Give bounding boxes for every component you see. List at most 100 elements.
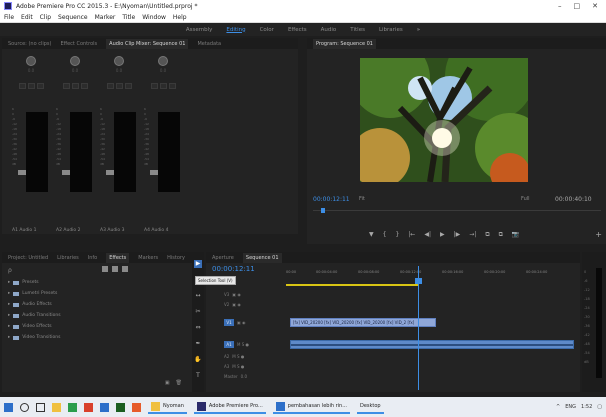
volume-fader[interactable] <box>18 170 26 175</box>
tab-project[interactable]: Project: Untitled <box>8 255 48 261</box>
tab-info[interactable]: Info <box>88 255 97 261</box>
taskbar-task-desktop[interactable]: Desktop <box>356 400 384 414</box>
track-target-a1[interactable]: A1 <box>224 341 234 348</box>
tab-effects[interactable]: Effects <box>106 252 130 263</box>
menu-marker[interactable]: Marker <box>95 14 116 21</box>
menu-clip[interactable]: Clip <box>40 14 51 21</box>
type-tool-icon[interactable]: T <box>194 372 202 380</box>
effects-folder-lumetri-presets[interactable]: ▸ Lumetri Presets <box>8 291 57 296</box>
track-header-v1[interactable]: V1 ▣ ◉ <box>224 318 284 327</box>
menu-help[interactable]: Help <box>173 14 187 21</box>
track-header-v2[interactable]: V2 ▣ ◉ <box>224 300 284 309</box>
solo-button[interactable] <box>71 83 79 89</box>
ripple-edit-tool-icon[interactable]: ↔ <box>194 292 202 300</box>
keyframe-button[interactable] <box>36 83 44 89</box>
keyframe-button[interactable] <box>80 83 88 89</box>
tab-aperture[interactable]: Aperture <box>212 255 234 261</box>
pan-knob[interactable] <box>114 56 124 66</box>
tab-history[interactable]: History <box>167 255 185 261</box>
menu-sequence[interactable]: Sequence <box>58 14 88 21</box>
menu-edit[interactable]: Edit <box>21 14 33 21</box>
effects-folder-audio-transitions[interactable]: ▸ Audio Transitions <box>8 313 61 318</box>
resolution-select[interactable]: Full <box>521 196 530 202</box>
workspace-libraries[interactable]: Libraries <box>379 27 403 33</box>
menu-title[interactable]: Title <box>122 14 135 21</box>
32bit-effects-icon[interactable] <box>112 266 118 272</box>
timeline-timecode[interactable]: 00:00:12:11 <box>212 265 255 273</box>
taskbar-task-premiere[interactable]: Adobe Premiere Pro... <box>193 400 266 414</box>
video-clip[interactable]: [fx] VID_20200 [fx] VID_20200 [fx] VID_2… <box>290 318 436 327</box>
tab-metadata[interactable]: Metadata <box>197 41 221 47</box>
taskbar-task-document[interactable]: pembahasan lebih rin... <box>272 400 350 414</box>
volume-fader[interactable] <box>150 170 158 175</box>
store-icon[interactable] <box>68 402 77 412</box>
track-header-a1[interactable]: A1 M S ● <box>224 340 284 349</box>
delete-icon[interactable]: 🗑 <box>176 380 182 386</box>
export-frame-icon[interactable]: 📷 <box>512 231 519 239</box>
mark-out-icon[interactable]: } <box>395 231 399 239</box>
volume-fader[interactable] <box>62 170 70 175</box>
tab-program[interactable]: Program: Sequence 01 <box>313 38 376 49</box>
maximize-button[interactable]: □ <box>574 2 581 10</box>
file-explorer-icon[interactable] <box>52 402 61 412</box>
volume-fader[interactable] <box>106 170 114 175</box>
solo-button[interactable] <box>27 83 35 89</box>
menu-file[interactable]: File <box>4 14 14 21</box>
razor-tool-icon[interactable]: ✂ <box>194 308 202 316</box>
keyframe-button[interactable] <box>168 83 176 89</box>
menu-window[interactable]: Window <box>142 14 166 21</box>
go-to-out-icon[interactable]: →| <box>469 231 476 239</box>
selection-tool-icon[interactable]: ▶ <box>194 260 202 268</box>
button-editor-icon[interactable]: + <box>595 230 602 239</box>
track-target-v1[interactable]: V1 <box>224 319 234 326</box>
solo-button[interactable] <box>159 83 167 89</box>
workspace-color[interactable]: Color <box>260 27 274 33</box>
tab-effect-controls[interactable]: Effect Controls <box>60 41 97 47</box>
mute-button[interactable] <box>18 83 26 89</box>
hand-tool-icon[interactable]: ✋ <box>194 356 202 364</box>
mute-button[interactable] <box>150 83 158 89</box>
start-icon[interactable] <box>4 402 13 412</box>
workspace-assembly[interactable]: Assembly <box>186 27 213 33</box>
workspace-titles[interactable]: Titles <box>350 27 365 33</box>
accelerated-effects-icon[interactable] <box>102 266 108 272</box>
step-back-icon[interactable]: ◀| <box>424 231 431 239</box>
office-icon[interactable] <box>84 402 93 412</box>
track-header-v3[interactable]: V3 ▣ ◉ <box>224 290 284 299</box>
tab-sequence-01[interactable]: Sequence 01 <box>242 252 282 263</box>
extract-icon[interactable]: ⧉ <box>499 231 503 239</box>
effects-folder-video-transitions[interactable]: ▸ Video Transitions <box>8 335 60 340</box>
close-button[interactable]: ✕ <box>592 2 598 10</box>
go-to-in-icon[interactable]: |← <box>408 231 415 239</box>
new-bin-icon[interactable]: ▣ <box>165 380 170 386</box>
excel-icon[interactable] <box>116 402 125 412</box>
pan-knob[interactable] <box>158 56 168 66</box>
workspace-editing[interactable]: Editing <box>226 27 245 33</box>
audio-clip[interactable] <box>290 340 574 349</box>
word-icon[interactable] <box>100 402 109 412</box>
keyframe-button[interactable] <box>124 83 132 89</box>
slip-tool-icon[interactable]: ⇔ <box>194 324 202 332</box>
workspace-audio[interactable]: Audio <box>321 27 337 33</box>
play-icon[interactable]: ▶ <box>440 231 445 239</box>
tray-expand-icon[interactable]: ^ <box>556 404 560 410</box>
minimize-button[interactable]: – <box>558 2 562 10</box>
pan-knob[interactable] <box>26 56 36 66</box>
notification-icon[interactable]: ▢ <box>597 404 602 410</box>
mute-button[interactable] <box>62 83 70 89</box>
workspace-effects[interactable]: Effects <box>288 27 307 33</box>
task-view-icon[interactable] <box>36 402 45 412</box>
mark-in-icon[interactable]: { <box>383 231 387 239</box>
track-header-master[interactable]: Master 0.0 <box>224 372 284 381</box>
yuv-effects-icon[interactable] <box>122 266 128 272</box>
tray-clock[interactable]: 1:52 <box>581 404 592 410</box>
time-ruler[interactable]: 00:00 00:00:04:00 00:00:08:00 00:00:12:0… <box>286 270 576 282</box>
work-area-bar[interactable] <box>286 284 418 286</box>
program-current-timecode[interactable]: 00:00:12:11 <box>313 196 350 203</box>
tab-markers[interactable]: Markers <box>138 255 158 261</box>
pen-tool-icon[interactable]: ✒ <box>194 340 202 348</box>
step-forward-icon[interactable]: |▶ <box>454 231 461 239</box>
powerpoint-icon[interactable] <box>132 402 141 412</box>
tray-language[interactable]: ENG <box>565 404 576 410</box>
effects-folder-video-effects[interactable]: ▸ Video Effects <box>8 324 52 329</box>
